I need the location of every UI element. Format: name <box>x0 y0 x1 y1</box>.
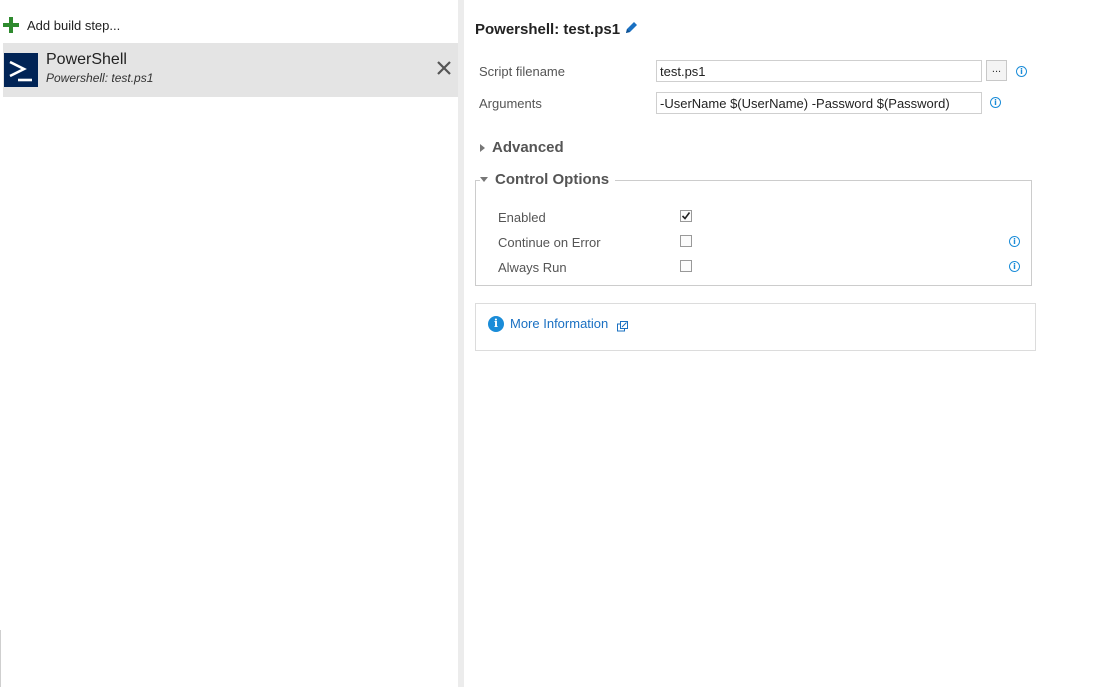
build-steps-pane: Add build step... PowerShell Powershell:… <box>0 0 458 687</box>
task-subtitle: Powershell: test.ps1 <box>46 71 154 85</box>
advanced-section-title: Advanced <box>492 139 564 156</box>
pencil-icon[interactable] <box>623 20 639 36</box>
advanced-section-toggle[interactable]: Advanced <box>480 139 564 156</box>
control-options-toggle[interactable]: Control Options <box>480 171 616 188</box>
pane-border <box>0 630 1 687</box>
task-item-powershell[interactable]: PowerShell Powershell: test.ps1 <box>3 43 458 97</box>
chevron-right-icon <box>480 143 485 152</box>
powershell-icon <box>4 53 38 87</box>
enabled-checkbox[interactable] <box>680 210 692 222</box>
script-filename-input[interactable] <box>656 60 982 82</box>
external-link-icon[interactable] <box>617 320 628 332</box>
script-filename-label: Script filename <box>479 64 565 79</box>
always-run-label: Always Run <box>498 260 567 275</box>
add-build-step-button[interactable]: Add build step... <box>3 15 120 35</box>
task-title: PowerShell <box>46 51 127 68</box>
control-options-title: Control Options <box>495 171 610 188</box>
enabled-label: Enabled <box>498 210 546 225</box>
chevron-down-icon <box>480 177 488 182</box>
arguments-input[interactable] <box>656 92 982 114</box>
info-circle-icon: i <box>488 316 504 332</box>
info-icon[interactable]: i <box>1016 66 1027 77</box>
info-icon[interactable]: i <box>1009 236 1020 247</box>
task-details-title: Powershell: test.ps1 <box>475 21 621 38</box>
continue-on-error-label: Continue on Error <box>498 235 601 250</box>
more-information-link[interactable]: More Information <box>510 316 608 331</box>
info-icon[interactable]: i <box>1009 261 1020 272</box>
add-build-step-label: Add build step... <box>27 17 121 33</box>
more-information-panel: i More Information <box>475 303 1036 351</box>
continue-on-error-checkbox[interactable] <box>680 235 692 247</box>
browse-button[interactable]: ... <box>986 60 1007 81</box>
arguments-label: Arguments <box>479 96 542 111</box>
always-run-checkbox[interactable] <box>680 260 692 272</box>
task-details-pane: Powershell: test.ps1 Script filename ...… <box>464 0 1103 687</box>
add-icon <box>3 17 19 33</box>
info-icon[interactable]: i <box>990 97 1001 108</box>
close-icon[interactable] <box>435 59 453 77</box>
